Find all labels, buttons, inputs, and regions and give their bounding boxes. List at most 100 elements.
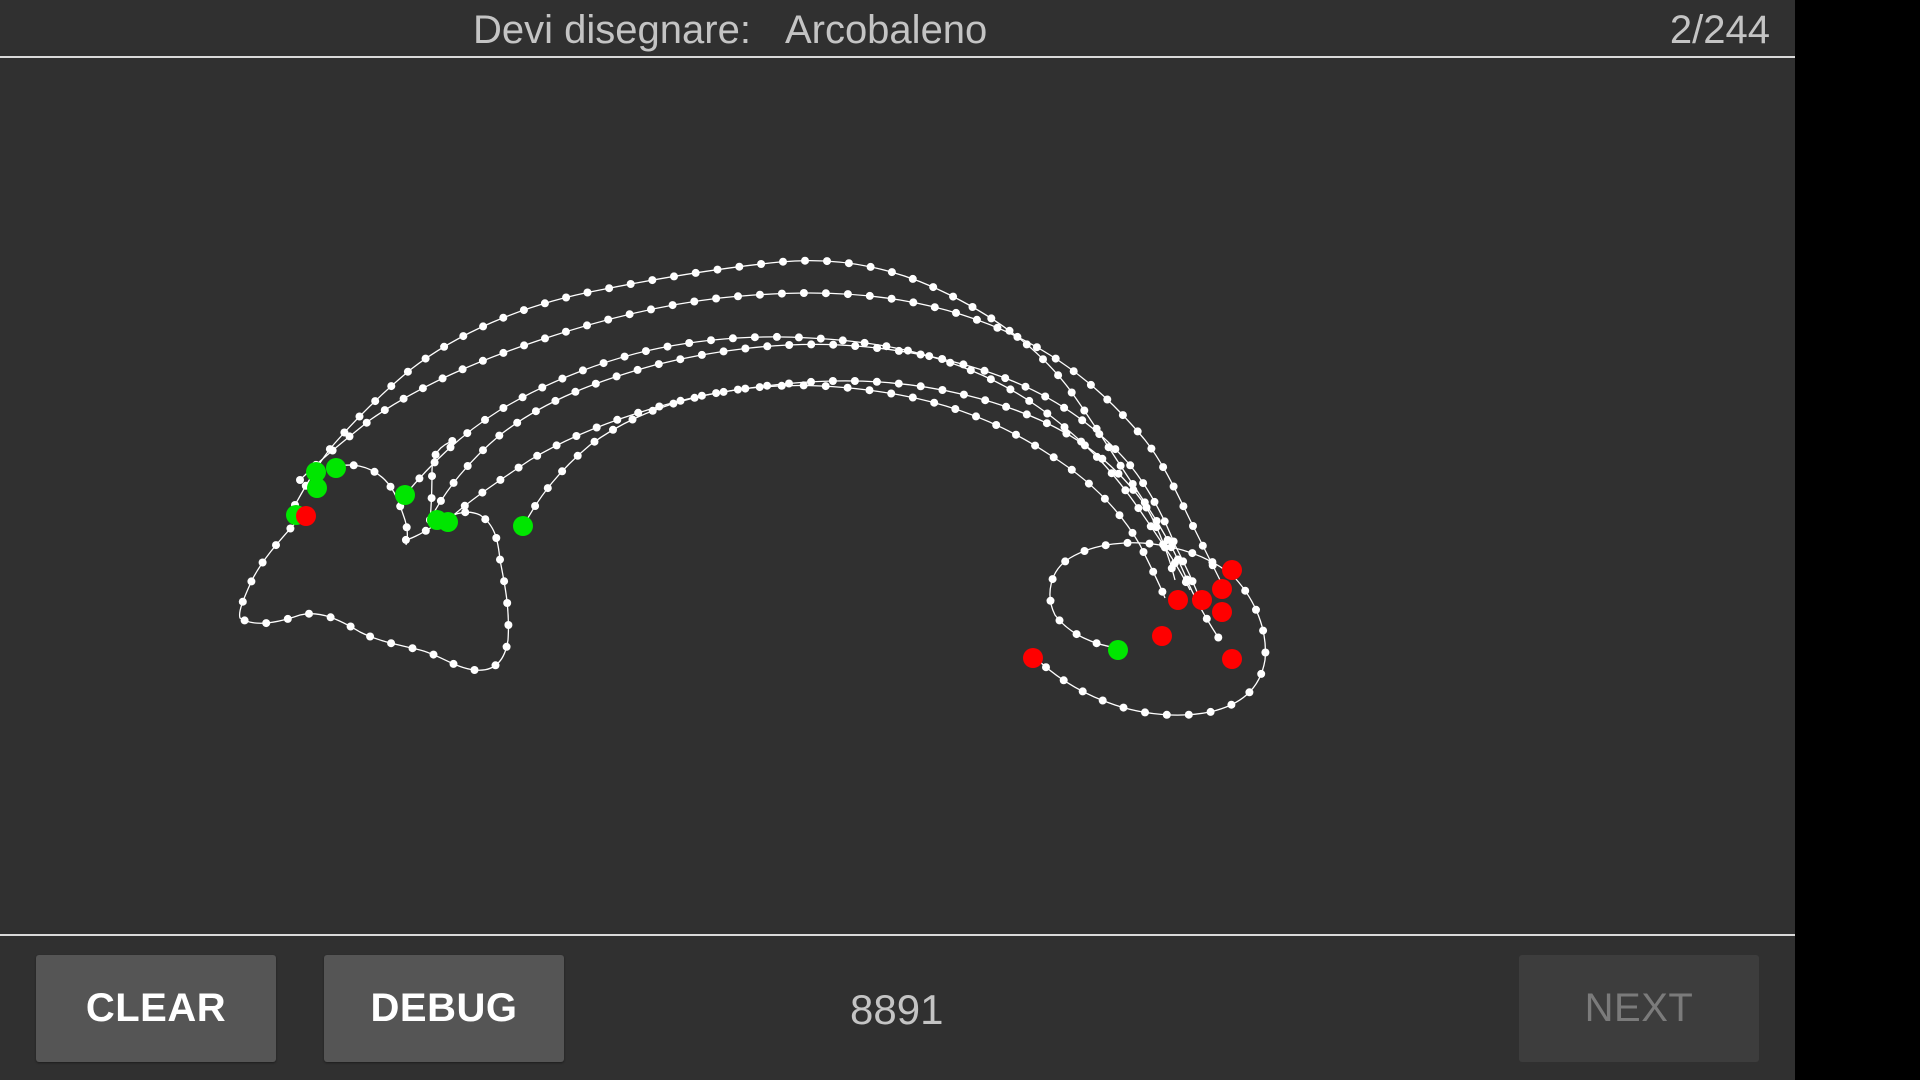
sample-point <box>1067 465 1076 474</box>
stroke-end-marker <box>296 506 316 526</box>
sample-point <box>1160 517 1169 526</box>
sample-point <box>1095 430 1104 439</box>
sample-point <box>938 355 947 363</box>
clear-button[interactable]: CLEAR <box>36 955 276 1062</box>
sample-point <box>1002 402 1011 411</box>
sample-point <box>371 397 380 406</box>
sample-point <box>538 383 547 392</box>
sample-point <box>415 474 424 483</box>
sample-point <box>1100 494 1109 503</box>
sample-point <box>951 405 960 413</box>
sample-point <box>1184 710 1193 719</box>
sample-point <box>504 621 513 629</box>
sample-point <box>449 659 458 668</box>
sample-point <box>1104 443 1113 452</box>
sample-point <box>670 272 678 281</box>
sample-point <box>1092 639 1101 648</box>
sample-point <box>1261 648 1270 657</box>
sample-point <box>380 406 389 415</box>
sample-point <box>1005 326 1014 335</box>
sample-point <box>908 274 917 283</box>
sample-point <box>605 284 614 293</box>
sample-point <box>735 262 744 271</box>
sample-point <box>461 508 470 517</box>
sample-point <box>641 347 650 356</box>
sample-point <box>573 451 582 460</box>
sample-point <box>872 377 881 386</box>
sample-point <box>1169 482 1178 491</box>
stroke-start-marker <box>307 478 327 498</box>
sample-point <box>551 396 560 405</box>
sample-point <box>449 478 458 487</box>
sample-point <box>1167 564 1176 573</box>
sample-point <box>1086 380 1095 389</box>
sample-point <box>346 622 355 631</box>
sample-point <box>1118 411 1127 420</box>
toolbar-divider <box>0 934 1795 936</box>
sample-point <box>1041 392 1050 401</box>
sample-point <box>930 398 939 407</box>
stroke-end-marker <box>1192 590 1212 610</box>
sample-point <box>1252 605 1260 614</box>
stroke-end-marker <box>1152 626 1172 646</box>
sample-point <box>552 441 561 450</box>
sample-point <box>1245 688 1254 697</box>
sample-point <box>366 632 375 641</box>
sample-point <box>430 458 439 467</box>
next-button[interactable]: NEXT <box>1519 955 1759 1062</box>
debug-button[interactable]: DEBUG <box>324 955 564 1062</box>
sample-point <box>1078 687 1087 696</box>
sample-point <box>429 650 438 659</box>
sample-point <box>719 387 728 396</box>
sample-point <box>712 294 721 303</box>
sample-point <box>1062 429 1071 438</box>
sample-point <box>1142 503 1151 512</box>
sample-point <box>591 379 600 388</box>
sample-point <box>972 315 981 324</box>
sample-point <box>440 342 449 351</box>
sample-point <box>1042 419 1051 428</box>
sample-point <box>1198 541 1207 550</box>
sample-point <box>1150 497 1159 506</box>
sample-point <box>866 262 875 271</box>
sample-point <box>1080 406 1089 415</box>
sample-point <box>676 396 685 405</box>
sample-point <box>1259 626 1268 635</box>
sample-point <box>894 379 903 388</box>
sample-point <box>763 342 772 351</box>
stroke-path <box>331 464 409 546</box>
stroke-end-marker <box>1212 579 1232 599</box>
sample-point <box>436 496 445 505</box>
sample-point <box>887 268 896 277</box>
sample-point <box>1051 354 1060 363</box>
sample-point <box>1043 409 1052 418</box>
sample-point <box>571 387 580 396</box>
sample-point <box>1119 703 1128 712</box>
sample-point <box>1060 403 1069 412</box>
sample-point <box>531 407 540 416</box>
sample-point <box>499 404 508 412</box>
sample-point <box>757 260 766 268</box>
sample-point <box>355 412 364 421</box>
sample-point <box>713 265 722 274</box>
sample-point <box>829 340 838 349</box>
sample-point <box>741 384 750 393</box>
stroke-path <box>429 343 1201 601</box>
sample-point <box>518 393 527 402</box>
sample-point <box>668 301 677 310</box>
sample-point <box>707 336 715 345</box>
sample-point <box>801 256 809 265</box>
sample-point <box>533 451 542 460</box>
sample-point <box>821 289 830 298</box>
drawing-canvas[interactable] <box>0 58 1795 934</box>
sample-point <box>247 577 256 586</box>
sample-point <box>980 366 989 375</box>
sample-point <box>572 432 581 440</box>
sample-point <box>592 423 601 432</box>
sample-point <box>427 494 436 503</box>
sample-point <box>916 382 925 391</box>
sample-point <box>1111 445 1120 454</box>
sample-point <box>634 408 643 417</box>
sample-point <box>1227 700 1236 709</box>
sample-point <box>492 534 501 542</box>
